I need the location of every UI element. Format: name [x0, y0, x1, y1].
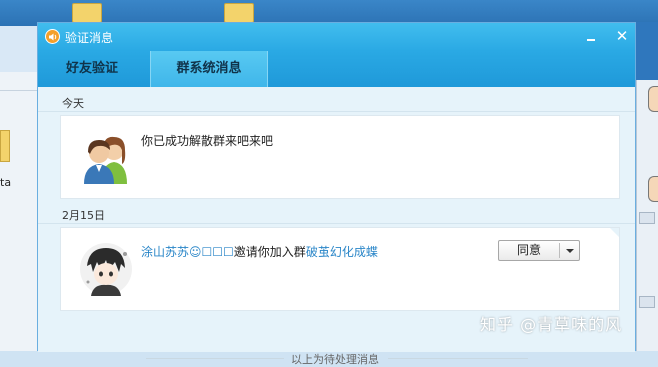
speaker-icon	[45, 29, 60, 44]
anime-character-avatar	[80, 243, 132, 296]
message-card: 涂山苏苏☺☐☐☐邀请你加入群破茧幻化成蝶 同意	[60, 227, 620, 311]
message-card: 你已成功解散群来吧来吧	[60, 115, 620, 199]
divider	[38, 223, 635, 224]
close-button[interactable]: ✕	[614, 28, 630, 44]
background-window-header	[636, 22, 658, 80]
agree-button[interactable]: 同意	[499, 241, 559, 260]
background-window-pane	[0, 72, 40, 351]
folder-icon	[224, 3, 254, 23]
avatar-icon	[648, 176, 658, 202]
footer-divider-right	[388, 358, 528, 359]
invite-text: 邀请你加入群	[233, 245, 306, 259]
couple-avatar-icon	[84, 136, 127, 184]
scrollbar-button[interactable]	[639, 296, 655, 308]
minimize-button[interactable]	[583, 29, 599, 45]
avatar-icon	[648, 86, 658, 112]
background-divider	[0, 90, 40, 91]
divider	[38, 111, 635, 112]
card-corner	[610, 228, 619, 237]
scrollbar-button[interactable]	[639, 212, 655, 224]
verification-message-window: 验证消息 ✕ 好友验证 群系统消息 今天 你已成功解散群来吧来吧 2月15日 涂…	[37, 22, 636, 366]
message-text: 你已成功解散群来吧来吧	[141, 134, 274, 148]
invitation-message: 涂山苏苏☺☐☐☐邀请你加入群破茧幻化成蝶	[141, 243, 378, 260]
tab-group-system-messages[interactable]: 群系统消息	[150, 51, 268, 87]
sender-link[interactable]: 涂山苏苏☺☐☐☐	[141, 245, 234, 259]
tab-bar: 好友验证 群系统消息	[38, 51, 635, 87]
folder-icon	[72, 3, 102, 23]
date-label-today: 今天	[62, 97, 84, 110]
footer-divider-left	[146, 358, 284, 359]
background-file-label: ta	[0, 176, 12, 189]
watermark: 知乎 @青草味的风	[480, 315, 623, 334]
tab-friend-verification[interactable]: 好友验证	[46, 51, 138, 87]
title-bar[interactable]: 验证消息 ✕	[38, 23, 635, 51]
pending-messages-footer: 以上为待处理消息	[291, 353, 379, 366]
group-link[interactable]: 破茧幻化成蝶	[306, 245, 378, 259]
chevron-down-icon[interactable]	[560, 241, 579, 260]
agree-split-button: 同意	[498, 240, 580, 261]
folder-icon	[0, 130, 10, 162]
window-title: 验证消息	[65, 31, 114, 45]
background-window-toolbar	[0, 26, 40, 72]
date-label-feb15: 2月15日	[62, 209, 105, 222]
